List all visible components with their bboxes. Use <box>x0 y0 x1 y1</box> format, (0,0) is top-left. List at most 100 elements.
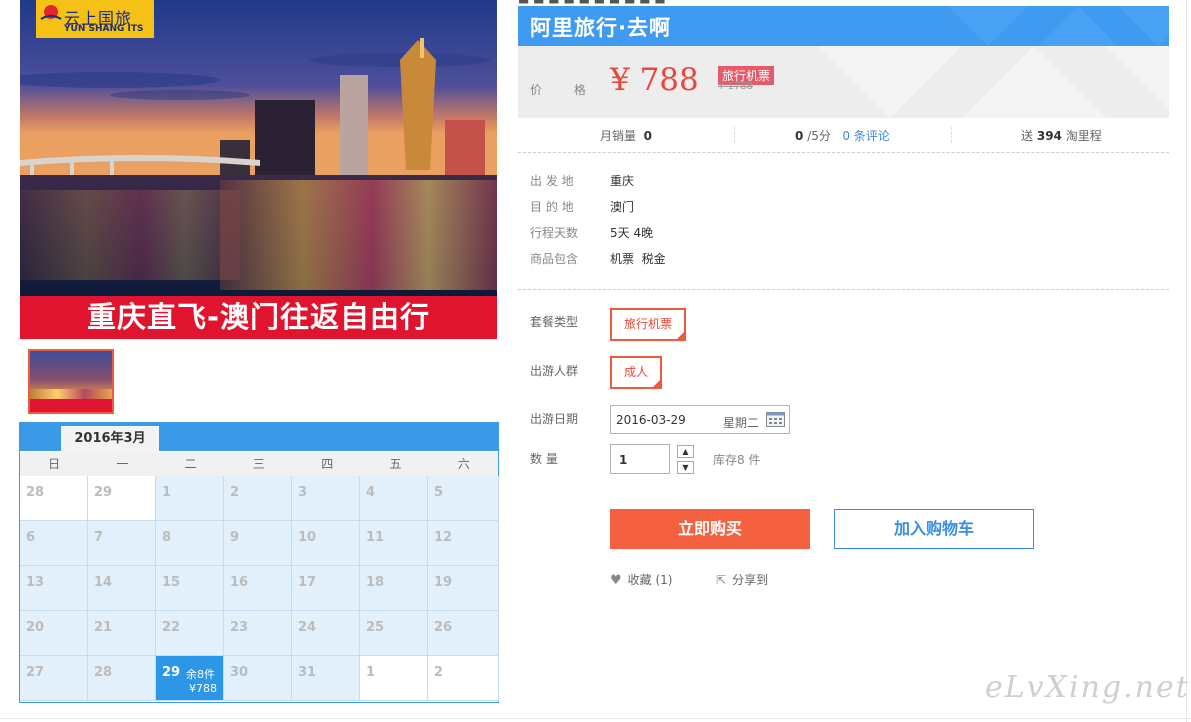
calendar-day[interactable]: 26 <box>428 611 499 656</box>
calendar-day-number: 3 <box>298 485 308 500</box>
calendar-day[interactable]: 16 <box>224 566 292 611</box>
price-value: ¥ 788 <box>610 62 699 98</box>
calendar-day[interactable]: 13 <box>20 566 88 611</box>
travel-date-input[interactable]: 2016-03-29 星期二 <box>610 405 790 434</box>
quantity-increase-button[interactable]: ▲ <box>677 445 694 458</box>
calendar-day[interactable]: 18 <box>360 566 428 611</box>
rating: 0 /5分 0 条评论 <box>795 129 890 143</box>
points: 送 394 淘里程 <box>1021 129 1102 143</box>
calendar-day-number: 13 <box>26 575 45 590</box>
calendar-day-number: 1 <box>162 485 172 500</box>
calendar-day[interactable]: 31 <box>292 656 360 701</box>
calendar-day[interactable]: 27 <box>20 656 88 701</box>
weekday-label: 一 <box>116 457 129 471</box>
buy-now-button[interactable]: 立即购买 <box>610 509 810 549</box>
traveler-group-label: 出游人群 <box>530 364 579 378</box>
calendar-day-number: 15 <box>162 575 181 590</box>
info-label: 行程天数 <box>530 226 579 240</box>
calendar-day-number: 7 <box>94 530 104 545</box>
package-option-label: 旅行机票 <box>623 317 672 331</box>
calendar-day-number: 8 <box>162 530 172 545</box>
calendar-day[interactable]: 17 <box>292 566 360 611</box>
calendar-day: 2 <box>428 656 499 701</box>
share-icon: ⇱ <box>716 573 727 587</box>
calendar-grid: 28 29 1 2 3 4 5 6 7 8 9 10 11 12 13 14 15 16 17 18 19 20 21 22 2… <box>20 476 499 701</box>
calendar-day-number: 25 <box>366 620 385 635</box>
calendar-day[interactable]: 3 <box>292 476 360 521</box>
calendar-icon[interactable] <box>766 412 785 427</box>
calendar-day[interactable]: 4 <box>360 476 428 521</box>
calendar-day[interactable]: 22 <box>156 611 224 656</box>
calendar-day-number: 19 <box>434 575 453 590</box>
info-value: 5天 4晚 <box>610 226 654 240</box>
right-border <box>1186 0 1187 722</box>
calendar-day[interactable]: 10 <box>292 521 360 566</box>
traveler-option-selected[interactable]: 成人 ✓ <box>610 356 662 389</box>
thumb-lights <box>30 389 112 399</box>
calendar-day[interactable]: 5 <box>428 476 499 521</box>
calendar-day-number: 2 <box>434 665 444 680</box>
favorite-button[interactable]: ♥ 收藏 (1) <box>610 571 672 588</box>
calendar-day-stock: 余8件 <box>186 668 215 681</box>
calendar-day-number: 31 <box>298 665 317 680</box>
calendar-day-number: 16 <box>230 575 249 590</box>
calendar-day[interactable]: 8 <box>156 521 224 566</box>
check-icon: ✓ <box>678 323 684 331</box>
travel-date-label: 出游日期 <box>530 412 579 426</box>
calendar-day-number: 17 <box>298 575 317 590</box>
calendar-day-number: 10 <box>298 530 317 545</box>
weekday-label: 五 <box>389 457 402 471</box>
calendar-day[interactable]: 9 <box>224 521 292 566</box>
calendar-day-number: 14 <box>94 575 113 590</box>
info-row-departure: 出 发 地 重庆 <box>530 172 830 192</box>
calendar-day-number: 2 <box>230 485 240 500</box>
quantity-value: 1 <box>619 453 628 467</box>
package-option-selected[interactable]: 旅行机票 ✓ <box>610 308 686 341</box>
add-to-cart-button[interactable]: 加入购物车 <box>834 509 1034 549</box>
calendar-day[interactable]: 1 <box>156 476 224 521</box>
stock-count: 库存8 件 <box>713 453 761 467</box>
calendar-day-number: 24 <box>298 620 317 635</box>
calendar-day[interactable]: 23 <box>224 611 292 656</box>
calendar-day[interactable]: 25 <box>360 611 428 656</box>
product-title-bar: 阿里旅行·去啊 <box>518 6 1169 46</box>
calendar-day-number: 26 <box>434 620 453 635</box>
calendar-day[interactable]: 11 <box>360 521 428 566</box>
calendar-day-number: 18 <box>366 575 385 590</box>
bottom-border <box>0 718 1191 719</box>
calendar-day-number: 28 <box>26 485 45 500</box>
thumb-banner <box>30 399 112 412</box>
calendar-day-number: 9 <box>230 530 240 545</box>
calendar-day-number: 4 <box>366 485 376 500</box>
check-icon: ✓ <box>654 371 660 379</box>
calendar-day[interactable]: 21 <box>88 611 156 656</box>
reviews-link[interactable]: 0 条评论 <box>842 129 889 143</box>
quantity-input[interactable]: 1 <box>610 444 670 474</box>
calendar-day[interactable]: 19 <box>428 566 499 611</box>
calendar-day[interactable]: 12 <box>428 521 499 566</box>
calendar-day[interactable]: 6 <box>20 521 88 566</box>
logo-mark-icon <box>40 5 62 20</box>
info-value: 澳门 <box>610 200 635 214</box>
weekday-label: 日 <box>48 457 61 471</box>
calendar-day[interactable]: 2 <box>224 476 292 521</box>
product-thumbnail[interactable] <box>28 349 114 414</box>
quantity-decrease-button[interactable]: ▼ <box>677 461 694 474</box>
calendar-day[interactable]: 14 <box>88 566 156 611</box>
calendar-day-number: 27 <box>26 665 45 680</box>
calendar-day[interactable]: 7 <box>88 521 156 566</box>
logo-name-en: YUN SHANG ITS <box>64 24 144 34</box>
share-button[interactable]: ⇱ 分享到 <box>716 571 768 588</box>
calendar-day[interactable]: 15 <box>156 566 224 611</box>
product-title: 阿里旅行·去啊 <box>530 16 671 40</box>
calendar-day: 1 <box>360 656 428 701</box>
favorite-label: 收藏 (1) <box>627 573 673 587</box>
calendar-day[interactable]: 24 <box>292 611 360 656</box>
calendar-day[interactable]: 20 <box>20 611 88 656</box>
calendar-day: 29 <box>88 476 156 521</box>
calendar-day[interactable]: 28 <box>88 656 156 701</box>
calendar-day[interactable]: 30 <box>224 656 292 701</box>
calendar-day-selected[interactable]: 29 余8件 ¥788 <box>156 656 224 701</box>
info-row-includes: 商品包含 机票 税金 <box>530 250 830 270</box>
calendar-day-number: 6 <box>26 530 36 545</box>
